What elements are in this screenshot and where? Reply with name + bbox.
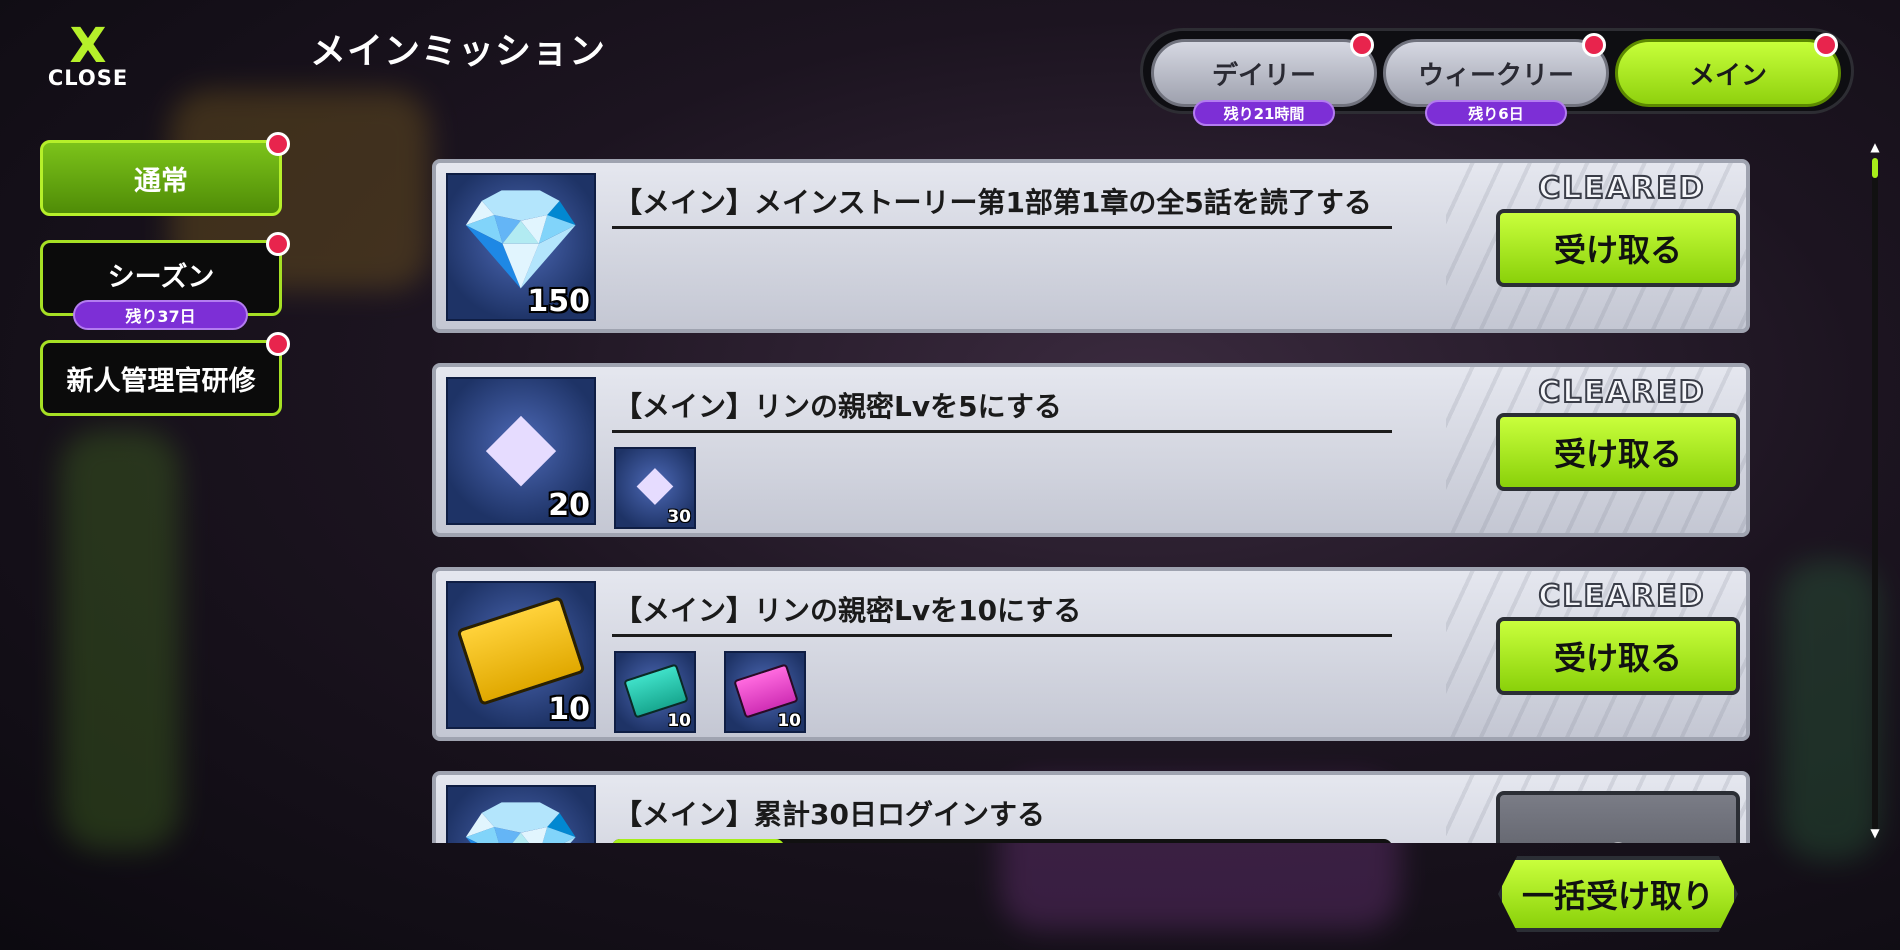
reward-quantity: 10 bbox=[548, 692, 590, 727]
claim-button[interactable]: 受け取る bbox=[1496, 209, 1740, 287]
notification-dot bbox=[266, 132, 290, 156]
status-label: CLEARED bbox=[1537, 578, 1706, 615]
notification-dot bbox=[1350, 33, 1374, 57]
mission-title: 【メイン】リンの親密Lvを10にする bbox=[614, 594, 1082, 627]
scrollbar-thumb[interactable] bbox=[1872, 158, 1878, 179]
locked-claim-button: 8 bbox=[1496, 791, 1740, 843]
tab-label: ウィークリー bbox=[1417, 60, 1574, 91]
s1-chip-icon bbox=[456, 595, 586, 707]
tab-daily[interactable]: デイリー bbox=[1151, 39, 1377, 107]
divider bbox=[612, 634, 1392, 637]
mission-list[interactable]: 💎 150 【メイン】メインストーリー第1部第1章の全5話を読了する CLEAR… bbox=[430, 155, 1760, 843]
sub-reward-quantity: 30 bbox=[667, 507, 691, 527]
category-normal[interactable]: 通常 bbox=[40, 140, 282, 216]
category-season-remaining-badge: 残り37日 bbox=[73, 300, 248, 330]
crystal-shard-icon: ◆ bbox=[485, 390, 557, 497]
progress-fill bbox=[612, 839, 784, 843]
mission-card: ◆ 20 【メイン】リンの親密Lvを5にする ◆ 30 CLEARED 受け取る bbox=[432, 363, 1750, 537]
background-blur bbox=[60, 430, 180, 850]
claim-button[interactable]: 受け取る bbox=[1496, 413, 1740, 491]
scroll-down-arrow[interactable]: ▼ bbox=[1868, 826, 1882, 840]
status-label: CLEARED bbox=[1537, 374, 1706, 411]
x-icon: X bbox=[69, 18, 107, 74]
reward-slot[interactable]: 10 bbox=[446, 581, 596, 729]
category-label: シーズン bbox=[107, 261, 215, 293]
reward-slot[interactable]: 💎 bbox=[446, 785, 596, 843]
sub-reward-quantity: 10 bbox=[667, 711, 691, 731]
reward-quantity: 20 bbox=[548, 488, 590, 523]
tab-label: メイン bbox=[1688, 60, 1767, 91]
background-blur bbox=[1780, 560, 1880, 860]
status-label: CLEARED bbox=[1537, 170, 1706, 207]
close-button[interactable]: X CLOSE bbox=[36, 18, 140, 90]
locked-count: 8 bbox=[1608, 838, 1629, 843]
page-title: メインミッション bbox=[310, 31, 607, 72]
reward-slot[interactable]: ◆ 20 bbox=[446, 377, 596, 525]
reward-quantity: 150 bbox=[527, 284, 590, 319]
scroll-up-arrow[interactable]: ▲ bbox=[1868, 140, 1882, 154]
mission-card: 💎 150 【メイン】メインストーリー第1部第1章の全5話を読了する CLEAR… bbox=[432, 159, 1750, 333]
notification-dot bbox=[1814, 33, 1838, 57]
divider bbox=[612, 430, 1392, 433]
tab-label: デイリー bbox=[1211, 60, 1316, 91]
reward-slot[interactable]: 💎 150 bbox=[446, 173, 596, 321]
rainbow-gem-icon: 💎 bbox=[448, 797, 594, 844]
mission-title: 【メイン】メインストーリー第1部第1章の全5話を読了する bbox=[614, 186, 1372, 219]
category-rookie-training[interactable]: 新人管理官研修 bbox=[40, 340, 282, 416]
progress-bar bbox=[612, 839, 1392, 843]
tab-weekly-remaining-badge: 残り6日 bbox=[1425, 100, 1567, 126]
sub-reward-quantity: 10 bbox=[777, 711, 801, 731]
claim-button[interactable]: 受け取る bbox=[1496, 617, 1740, 695]
claim-all-button[interactable]: 一括受け取り bbox=[1498, 856, 1738, 932]
mission-card: 10 【メイン】リンの親密Lvを10にする 10 10 CLEARED 受け取る bbox=[432, 567, 1750, 741]
tab-weekly[interactable]: ウィークリー bbox=[1383, 39, 1609, 107]
rainbow-gem-icon: 💎 bbox=[458, 181, 584, 298]
mission-title: 【メイン】累計30日ログインする bbox=[614, 798, 1045, 831]
scrollbar-track[interactable] bbox=[1872, 158, 1878, 830]
notification-dot bbox=[266, 232, 290, 256]
notification-dot bbox=[1582, 33, 1606, 57]
crystal-shard-icon: ◆ bbox=[636, 455, 674, 511]
category-label: 新人管理官研修 bbox=[66, 365, 256, 397]
period-tab-bar: デイリー ウィークリー メイン 残り21時間 残り6日 bbox=[1140, 28, 1854, 126]
notification-dot bbox=[266, 332, 290, 356]
close-label: CLOSE bbox=[47, 66, 129, 90]
mission-card: 💎 【メイン】累計30日ログインする 8 bbox=[432, 771, 1750, 843]
mission-title: 【メイン】リンの親密Lvを5にする bbox=[614, 390, 1062, 423]
tab-daily-remaining-badge: 残り21時間 bbox=[1193, 100, 1335, 126]
tab-main[interactable]: メイン bbox=[1615, 39, 1841, 107]
divider bbox=[612, 226, 1392, 229]
category-label: 通常 bbox=[134, 165, 188, 197]
sub-reward-slot[interactable]: 10 bbox=[614, 651, 696, 733]
sub-reward-slot[interactable]: ◆ 30 bbox=[614, 447, 696, 529]
sub-reward-slot[interactable]: 10 bbox=[724, 651, 806, 733]
